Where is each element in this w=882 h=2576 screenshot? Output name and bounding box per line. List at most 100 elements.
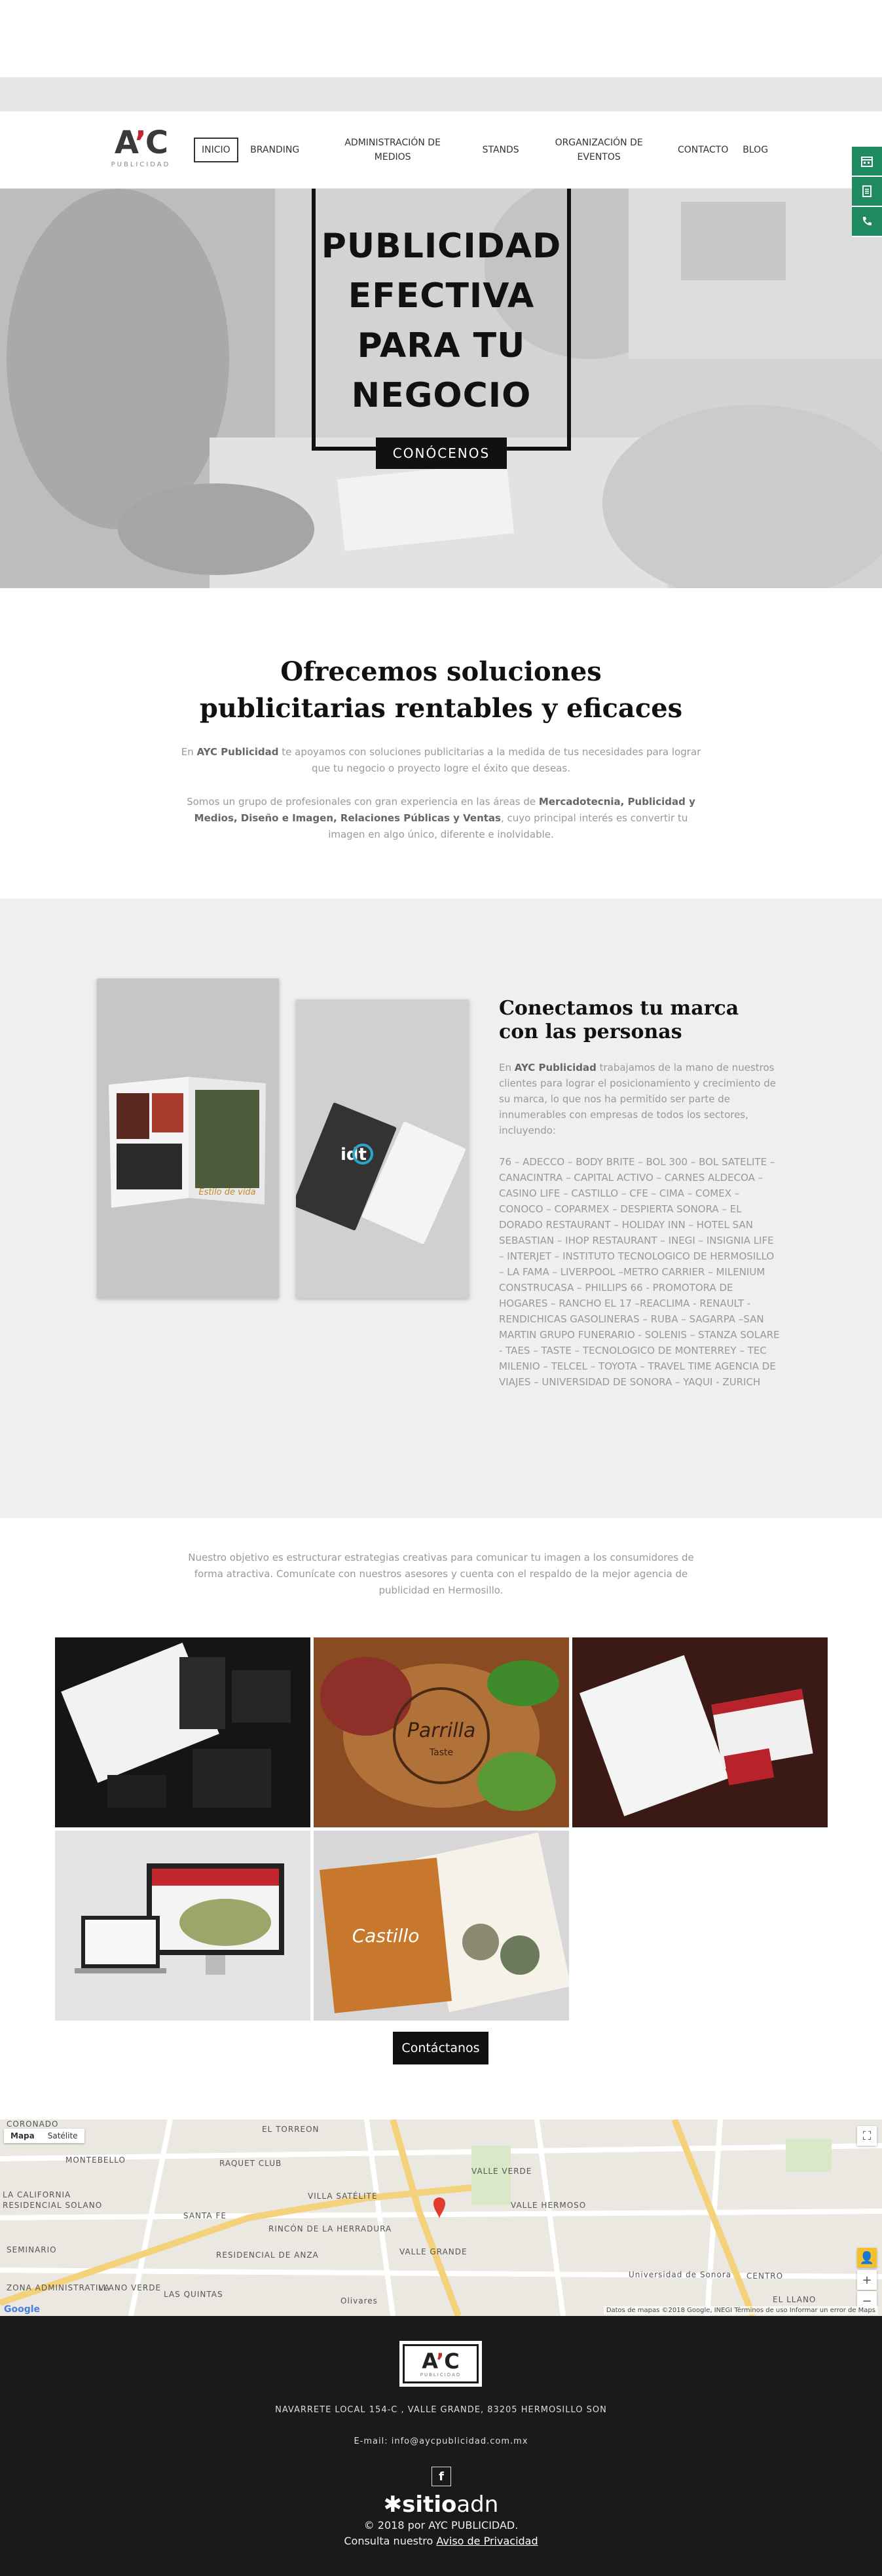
street-view-icon[interactable]: 👤 [857, 2248, 877, 2268]
gallery-tile-letterhead[interactable] [572, 1637, 828, 1827]
logo-mark: A’C [105, 126, 177, 160]
map-label: LA CALIFORNIA [3, 2190, 71, 2199]
site-footer: A’C PUBLICIDAD NAVARRETE LOCAL 154-C , V… [0, 2316, 882, 2576]
conocenos-button[interactable]: CONÓCENOS [376, 438, 507, 469]
logo-letter-c: C [145, 124, 168, 161]
nav-organizacion-eventos[interactable]: ORGANIZACIÓN DE EVENTOS [543, 132, 655, 168]
gallery-tile-web[interactable] [55, 1831, 310, 2021]
footer-email[interactable]: E-mail: info@aycpublicidad.com.mx [0, 2436, 882, 2446]
facebook-icon[interactable]: f [432, 2467, 451, 2486]
objective-text: Nuestro objetivo es estructurar estrateg… [188, 1552, 694, 1596]
intro-p2-pre: Somos un grupo de profesionales con gran… [187, 796, 539, 808]
privacy-link[interactable]: Aviso de Privacidad [436, 2535, 538, 2547]
logo-accent: ’ [134, 124, 147, 161]
intro-section: Ofrecemos soluciones publicitarias renta… [0, 588, 882, 899]
map-label: VILLA SATÉLITE [308, 2192, 378, 2201]
sitioadn-star-icon: ✱ [383, 2492, 403, 2518]
intro-paragraph-1: En AYC Publicidad te apoyamos con soluci… [179, 744, 703, 777]
map-label: EL LLANO [773, 2295, 817, 2304]
nav-administracion-medios[interactable]: ADMINISTRACIÓN DE MEDIOS [327, 132, 458, 168]
map-label: ZONA ADMINISTRATIVA [7, 2283, 111, 2292]
footer-logo-a: A [422, 2349, 437, 2374]
site-logo[interactable]: A’C PUBLICIDAD [105, 126, 177, 172]
footer-logo[interactable]: A’C PUBLICIDAD [399, 2341, 482, 2387]
nav-branding[interactable]: BRANDING [242, 139, 308, 161]
top-strip [0, 77, 882, 111]
taste-text: Taste [429, 1747, 453, 1758]
sitioadn-b: adn [456, 2492, 499, 2518]
hero-title: PUBLICIDAD EFECTIVA PARA TU NEGOCIO [321, 227, 562, 415]
map-label: RINCÓN DE LA HERRADURA [268, 2224, 392, 2233]
magazine-image: Estilo de vida [97, 979, 279, 1298]
intro-p1-pre: En [181, 746, 197, 758]
business-card-image: idt [292, 999, 469, 1298]
connect-text: Conectamos tu marca con las personas En … [499, 997, 781, 1390]
intro-p1-post: te apoyamos con soluciones publicitarias… [278, 746, 701, 774]
nav-inicio[interactable]: INICIO [194, 138, 238, 162]
gallery-tile-stationery[interactable] [55, 1637, 310, 1827]
nav-contacto[interactable]: CONTACTO [671, 139, 736, 161]
fullscreen-icon[interactable]: ⛶ [857, 2126, 877, 2146]
sitioadn-logo[interactable]: ✱sitioadn [0, 2492, 882, 2518]
map-label: SEMINARIO [7, 2245, 57, 2254]
connect-section: Estilo de vida idt Conectamos tu marca c… [0, 899, 882, 1518]
connect-paragraph: En AYC Publicidad trabajamos de la mano … [499, 1060, 781, 1138]
map-label: VALLE VERDE [471, 2167, 532, 2176]
magazine-caption: Estilo de vida [198, 1187, 255, 1197]
map-label: RESIDENCIAL DE ANZA [216, 2250, 319, 2260]
map-label: CENTRO [746, 2271, 784, 2281]
calendar-icon[interactable] [852, 147, 882, 177]
logo-letter-a: A [114, 124, 136, 161]
parrilla-text: Parrilla [407, 1719, 476, 1742]
map-label: CORONADO [7, 2119, 59, 2129]
map-label: VALLE GRANDE [399, 2247, 468, 2256]
intro-p1-strong: AYC Publicidad [196, 746, 279, 758]
zoom-in-icon[interactable]: + [857, 2270, 877, 2290]
castillo-text: Castillo [352, 1925, 420, 1947]
map-label: RESIDENCIAL SOLANO [3, 2201, 103, 2210]
map-label: Olivares [340, 2296, 378, 2305]
phone-icon[interactable] [852, 207, 882, 237]
gallery-tile-castillo[interactable]: Castillo [314, 1831, 569, 2021]
map-type-tabs: Mapa Satélite [4, 2129, 84, 2143]
intro-paragraph-2: Somos un grupo de profesionales con gran… [179, 794, 703, 843]
nav-stands[interactable]: STANDS [465, 139, 537, 161]
nav-blog[interactable]: BLOG [736, 139, 775, 161]
privacy-prefix: Consulta nuestro [344, 2535, 437, 2547]
map-embed[interactable]: Mapa Satélite CORONADO EL TORREON MONTEB… [0, 2119, 882, 2316]
footer-copyright: © 2018 por AYC PUBLICIDAD. [363, 2519, 519, 2531]
clients-list: 76 – ADECCO – BODY BRITE – BOL 300 – BOL… [499, 1156, 780, 1388]
map-tab-mapa[interactable]: Mapa [4, 2129, 41, 2143]
map-label: VALLE HERMOSO [511, 2201, 587, 2210]
connect-heading: Conectamos tu marca con las personas [499, 997, 739, 1043]
map-label: RAQUET CLUB [219, 2159, 282, 2168]
hero-section: PUBLICIDAD EFECTIVA PARA TU NEGOCIO CONÓ… [0, 189, 882, 588]
connect-p1-pre: En [499, 1062, 515, 1073]
footer-logo-sub: PUBLICIDAD [420, 2372, 462, 2378]
map-attribution[interactable]: Datos de mapas ©2018 Google, INEGI Térmi… [603, 2306, 878, 2315]
site-header: A’C PUBLICIDAD INICIO BRANDING ADMINISTR… [0, 111, 882, 189]
intro-heading: Ofrecemos soluciones publicitarias renta… [199, 656, 683, 724]
side-icon-bar [852, 147, 882, 237]
map-label: LAS QUINTAS [164, 2290, 223, 2299]
top-blank [0, 0, 882, 77]
logo-subtitle: PUBLICIDAD [111, 161, 171, 168]
sitioadn-a: sitio [402, 2492, 457, 2518]
footer-address: NAVARRETE LOCAL 154-C , VALLE GRANDE, 83… [275, 2405, 607, 2415]
map-label: EL TORREON [262, 2125, 320, 2134]
document-icon[interactable] [852, 177, 882, 207]
footer-logo-accent: ’ [436, 2349, 445, 2374]
google-logo: Google [4, 2304, 41, 2315]
map-label: MONTEBELLO [65, 2156, 126, 2165]
gallery-tile-parrilla[interactable]: Parrilla Taste [314, 1637, 569, 1827]
map-label: SANTA FE [183, 2211, 227, 2220]
footer-logo-c: C [444, 2349, 460, 2374]
connect-p1-strong: AYC Publicidad [514, 1062, 597, 1073]
footer-privacy: Consulta nuestro Aviso de Privacidad [0, 2535, 882, 2547]
map-label: Universidad de Sonora [629, 2270, 732, 2279]
contactanos-button[interactable]: Contáctanos [393, 2032, 488, 2064]
map-tab-satelite[interactable]: Satélite [41, 2129, 84, 2143]
footer-logo-mark: A’C [422, 2350, 459, 2372]
main-menu: INICIO BRANDING ADMINISTRACIÓN DE MEDIOS… [194, 111, 775, 189]
objective-section: Nuestro objetivo es estructurar estrateg… [0, 1518, 882, 2119]
